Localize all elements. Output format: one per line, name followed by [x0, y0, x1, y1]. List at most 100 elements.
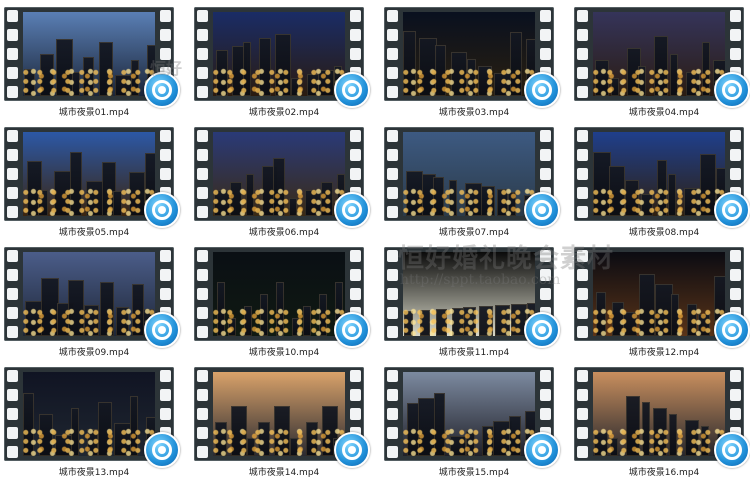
sprocket-hole	[160, 370, 171, 382]
sprocket-hole	[577, 389, 588, 401]
file-name-label[interactable]: 城市夜景06.mp4	[190, 225, 378, 238]
file-name-label[interactable]: 城市夜景12.mp4	[570, 345, 750, 358]
sprocket-hole	[387, 250, 398, 262]
file-name-label[interactable]: 城市夜景02.mp4	[190, 105, 378, 118]
file-item[interactable]: 城市夜景12.mp4	[570, 242, 750, 362]
file-item[interactable]: 城市夜景02.mp4	[190, 2, 378, 122]
sprocket-hole	[197, 389, 208, 401]
file-item[interactable]: 城市夜景08.mp4	[570, 122, 750, 242]
sprocket-hole	[160, 389, 171, 401]
city-lights	[213, 426, 345, 456]
file-item[interactable]: 城市夜景03.mp4	[380, 2, 568, 122]
sprocket-hole	[540, 408, 551, 420]
qq-player-icon	[144, 72, 180, 108]
sprocket-holes	[7, 250, 18, 338]
sprocket-holes	[577, 10, 588, 98]
sprocket-hole	[387, 389, 398, 401]
sprocket-hole	[577, 288, 588, 300]
sprocket-hole	[387, 427, 398, 439]
file-name-label[interactable]: 城市夜景14.mp4	[190, 465, 378, 478]
file-item[interactable]: 城市夜景04.mp4	[570, 2, 750, 122]
sprocket-hole	[197, 10, 208, 22]
file-item[interactable]: 城市夜景16.mp4	[570, 362, 750, 482]
file-name-label[interactable]: 城市夜景09.mp4	[0, 345, 188, 358]
file-name-label[interactable]: 城市夜景11.mp4	[380, 345, 568, 358]
file-name-label[interactable]: 城市夜景13.mp4	[0, 465, 188, 478]
sprocket-hole	[7, 446, 18, 458]
qq-player-icon	[714, 312, 750, 348]
file-item[interactable]: 城市夜景14.mp4	[190, 362, 378, 482]
qq-player-icon	[524, 192, 560, 228]
sprocket-hole	[197, 288, 208, 300]
file-name-label[interactable]: 城市夜景15.mp4	[380, 465, 568, 478]
sprocket-hole	[7, 130, 18, 142]
sprocket-hole	[387, 149, 398, 161]
sprocket-hole	[540, 149, 551, 161]
video-thumbnail	[593, 132, 725, 216]
qq-player-icon	[144, 312, 180, 348]
file-name-label[interactable]: 城市夜景16.mp4	[570, 465, 750, 478]
sprocket-hole	[387, 446, 398, 458]
sprocket-hole	[160, 149, 171, 161]
file-item[interactable]: 城市夜景13.mp4	[0, 362, 188, 482]
sprocket-hole	[197, 307, 208, 319]
video-thumbnail	[403, 132, 535, 216]
sprocket-hole	[387, 206, 398, 218]
file-name-label[interactable]: 城市夜景05.mp4	[0, 225, 188, 238]
video-thumbnail	[213, 132, 345, 216]
sprocket-hole	[387, 370, 398, 382]
sprocket-hole	[350, 130, 361, 142]
file-item[interactable]: 城市夜景11.mp4	[380, 242, 568, 362]
file-name-label[interactable]: 城市夜景04.mp4	[570, 105, 750, 118]
video-thumbnail	[593, 12, 725, 96]
sprocket-hole	[350, 389, 361, 401]
city-lights	[593, 186, 725, 216]
qq-player-icon	[144, 432, 180, 468]
qq-player-icon	[334, 432, 370, 468]
file-item[interactable]: 城市夜景06.mp4	[190, 122, 378, 242]
sprocket-hole	[160, 269, 171, 281]
video-thumbnail	[213, 372, 345, 456]
file-name-label[interactable]: 城市夜景08.mp4	[570, 225, 750, 238]
sprocket-hole	[197, 48, 208, 60]
file-item[interactable]: 城市夜景05.mp4	[0, 122, 188, 242]
sprocket-holes	[577, 130, 588, 218]
file-item[interactable]: 城市夜景15.mp4	[380, 362, 568, 482]
sprocket-hole	[540, 269, 551, 281]
sprocket-hole	[540, 29, 551, 41]
sprocket-hole	[577, 370, 588, 382]
file-item[interactable]: 城市夜景07.mp4	[380, 122, 568, 242]
file-item[interactable]: 城市夜景10.mp4	[190, 242, 378, 362]
sprocket-hole	[387, 67, 398, 79]
sprocket-hole	[160, 10, 171, 22]
file-item[interactable]: 城市夜景01.mp4	[0, 2, 188, 122]
sprocket-hole	[577, 427, 588, 439]
file-name-label[interactable]: 城市夜景10.mp4	[190, 345, 378, 358]
sprocket-hole	[730, 130, 741, 142]
city-lights	[23, 426, 155, 456]
file-name-label[interactable]: 城市夜景01.mp4	[0, 105, 188, 118]
sprocket-hole	[197, 250, 208, 262]
file-item[interactable]: 城市夜景09.mp4	[0, 242, 188, 362]
sprocket-holes	[387, 250, 398, 338]
video-thumbnail	[593, 372, 725, 456]
sprocket-hole	[197, 206, 208, 218]
sprocket-hole	[7, 48, 18, 60]
sprocket-hole	[350, 269, 361, 281]
sprocket-hole	[197, 326, 208, 338]
video-thumbnail	[403, 12, 535, 96]
qq-player-icon	[144, 192, 180, 228]
file-name-label[interactable]: 城市夜景03.mp4	[380, 105, 568, 118]
file-name-label[interactable]: 城市夜景07.mp4	[380, 225, 568, 238]
sprocket-hole	[540, 370, 551, 382]
sprocket-hole	[577, 326, 588, 338]
sprocket-hole	[7, 206, 18, 218]
sprocket-hole	[197, 67, 208, 79]
sprocket-hole	[350, 370, 361, 382]
video-thumbnail	[23, 12, 155, 96]
video-thumbnail	[213, 12, 345, 96]
video-thumbnail	[23, 252, 155, 336]
sprocket-hole	[387, 408, 398, 420]
sprocket-hole	[350, 10, 361, 22]
sprocket-hole	[387, 168, 398, 180]
